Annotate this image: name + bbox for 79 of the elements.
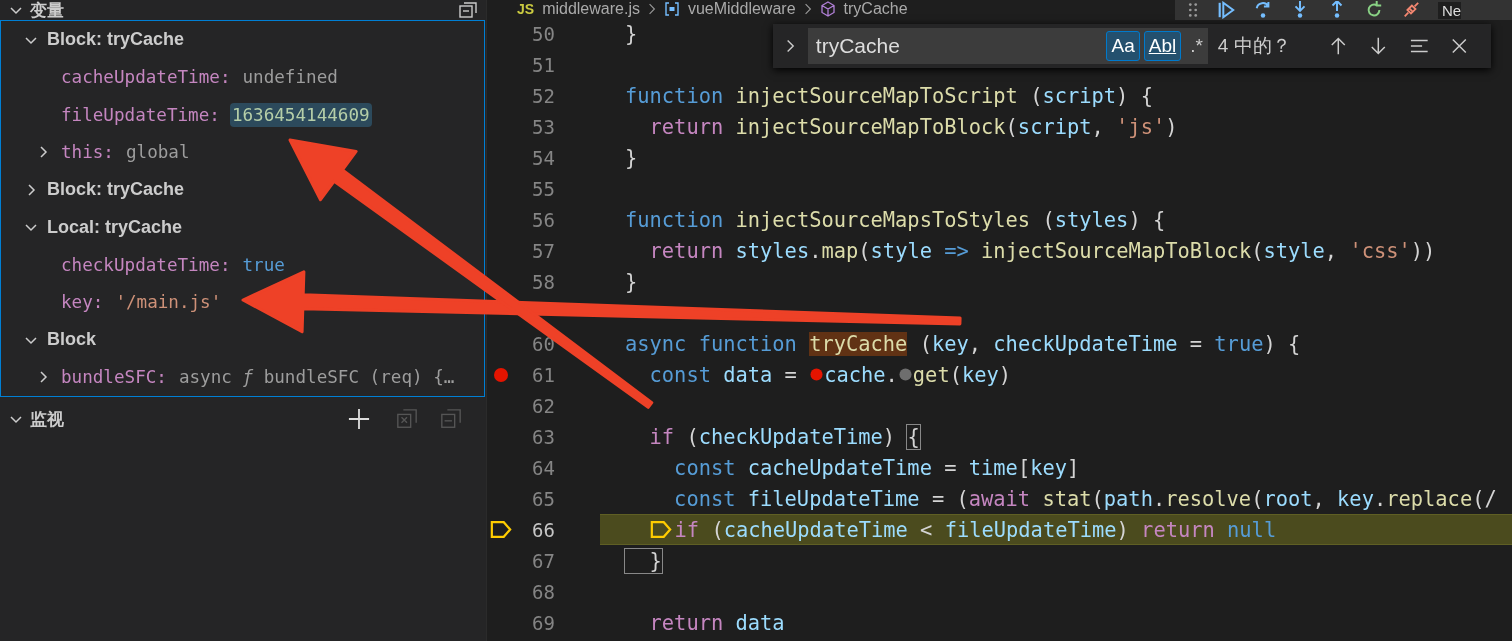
line-number: 60 [532, 332, 555, 355]
code-text: } [625, 145, 638, 170]
module-icon [663, 1, 680, 17]
current-position-icon [649, 520, 672, 539]
line-number: 56 [532, 208, 555, 231]
line-number: 58 [532, 270, 555, 293]
find-option-toggle[interactable]: .* [1185, 31, 1208, 61]
code-text: const fileUpdateTime = (await stat(path.resolve(root, key.replace(/ [673, 486, 1497, 511]
breadcrumb-item[interactable]: middleware.js [542, 0, 640, 18]
code-text: const data = [648, 362, 798, 387]
plug-icon[interactable] [1401, 1, 1421, 19]
code-text: function injectSourceMapsToStyles (styles) { [625, 207, 1166, 232]
variable-name: bundleSFC: [61, 367, 167, 388]
line-number: 69 [532, 611, 555, 634]
line-number: 64 [532, 456, 555, 479]
code-text: if (cacheUpdateTime < fileUpdateTime) return null [674, 517, 1277, 542]
match-count: 4 中的？ [1217, 34, 1291, 58]
search-field[interactable]: tryCache Aa Abl .* [807, 28, 1208, 64]
variable-name: fileUpdateTime: [61, 104, 220, 125]
panel-title: 监视 [30, 408, 64, 431]
variable-name: key: [61, 292, 104, 313]
scope-label[interactable]: Block [47, 329, 97, 351]
find-option-toggle[interactable]: Aa [1106, 31, 1140, 61]
chevron-icon [803, 2, 812, 16]
line-number: 68 [532, 580, 555, 603]
code-text: } [625, 269, 638, 294]
up-arrow-icon[interactable] [1328, 36, 1348, 56]
down-arrow-icon[interactable] [1369, 36, 1388, 56]
line-number: 51 [532, 53, 555, 76]
variable-value: undefined [241, 66, 339, 90]
drag-handle-icon[interactable] [1187, 1, 1199, 19]
line-number: 67 [532, 549, 555, 572]
panel-title: 变量 [30, 0, 64, 22]
file-type-label: JS [517, 1, 535, 17]
scope-label[interactable]: Block: tryCache [47, 179, 185, 201]
line-number: 54 [532, 146, 555, 169]
scope-label[interactable]: Local: tryCache [47, 216, 183, 238]
variable-value: global [124, 141, 191, 165]
breadcrumb-item[interactable]: tryCache [843, 0, 908, 18]
code-text: function injectSourceMapToScript (script) { [625, 83, 1153, 108]
line-number: 55 [532, 177, 555, 200]
code-text: return data [648, 610, 785, 635]
code-text: } [625, 548, 662, 573]
inline-breakpoint-icon[interactable] [810, 368, 824, 381]
line-number: 57 [532, 239, 555, 262]
breadcrumb-item[interactable]: vueMiddleware [687, 0, 796, 18]
variable-value: '/main.js' [114, 291, 223, 315]
variable-name: cacheUpdateTime: [61, 67, 231, 88]
line-number: 61 [532, 363, 555, 386]
scope-label[interactable]: Block: tryCache [47, 29, 185, 51]
variable-name: this: [61, 142, 114, 163]
code-text: const cacheUpdateTime = time[key] [673, 455, 1080, 480]
line-number: 65 [532, 487, 555, 510]
line-number: 53 [532, 115, 555, 138]
continue-icon[interactable] [1216, 1, 1236, 19]
add-icon[interactable] [348, 408, 370, 430]
inline-breakpoint-icon[interactable] [898, 368, 912, 381]
line-number: 62 [532, 394, 555, 417]
variable-value: async ƒ bundleSFC (req) {… [177, 366, 456, 390]
code-text: return injectSourceMapToBlock(script, 'js') [648, 114, 1178, 139]
code-text: get(key) [912, 362, 1012, 387]
code-text: } [625, 21, 638, 46]
line-number: 52 [532, 84, 555, 107]
variable-value: 1636454144609 [229, 102, 372, 127]
breakpoint-icon[interactable] [494, 367, 508, 382]
line-number: 50 [532, 22, 555, 45]
code-text: cache. [824, 362, 898, 387]
code-text: if (checkUpdateTime) { [648, 424, 920, 449]
variable-value: true [241, 253, 286, 277]
find-option-toggle[interactable]: Abl [1143, 31, 1182, 61]
collapse-all-icon[interactable] [458, 2, 478, 18]
variable-name: checkUpdateTime: [61, 254, 231, 275]
toolbar-label[interactable]: Ne [1438, 1, 1462, 19]
cube-icon [819, 1, 836, 17]
chevron-icon [647, 2, 656, 16]
line-number: 63 [532, 425, 555, 448]
code-text: async function tryCache (key, checkUpdateTime = true) { [625, 331, 1301, 356]
line-number: 66 [532, 518, 555, 541]
code-text: return styles.map(style => injectSourceMapToBlock(style, 'css')) [648, 238, 1436, 263]
